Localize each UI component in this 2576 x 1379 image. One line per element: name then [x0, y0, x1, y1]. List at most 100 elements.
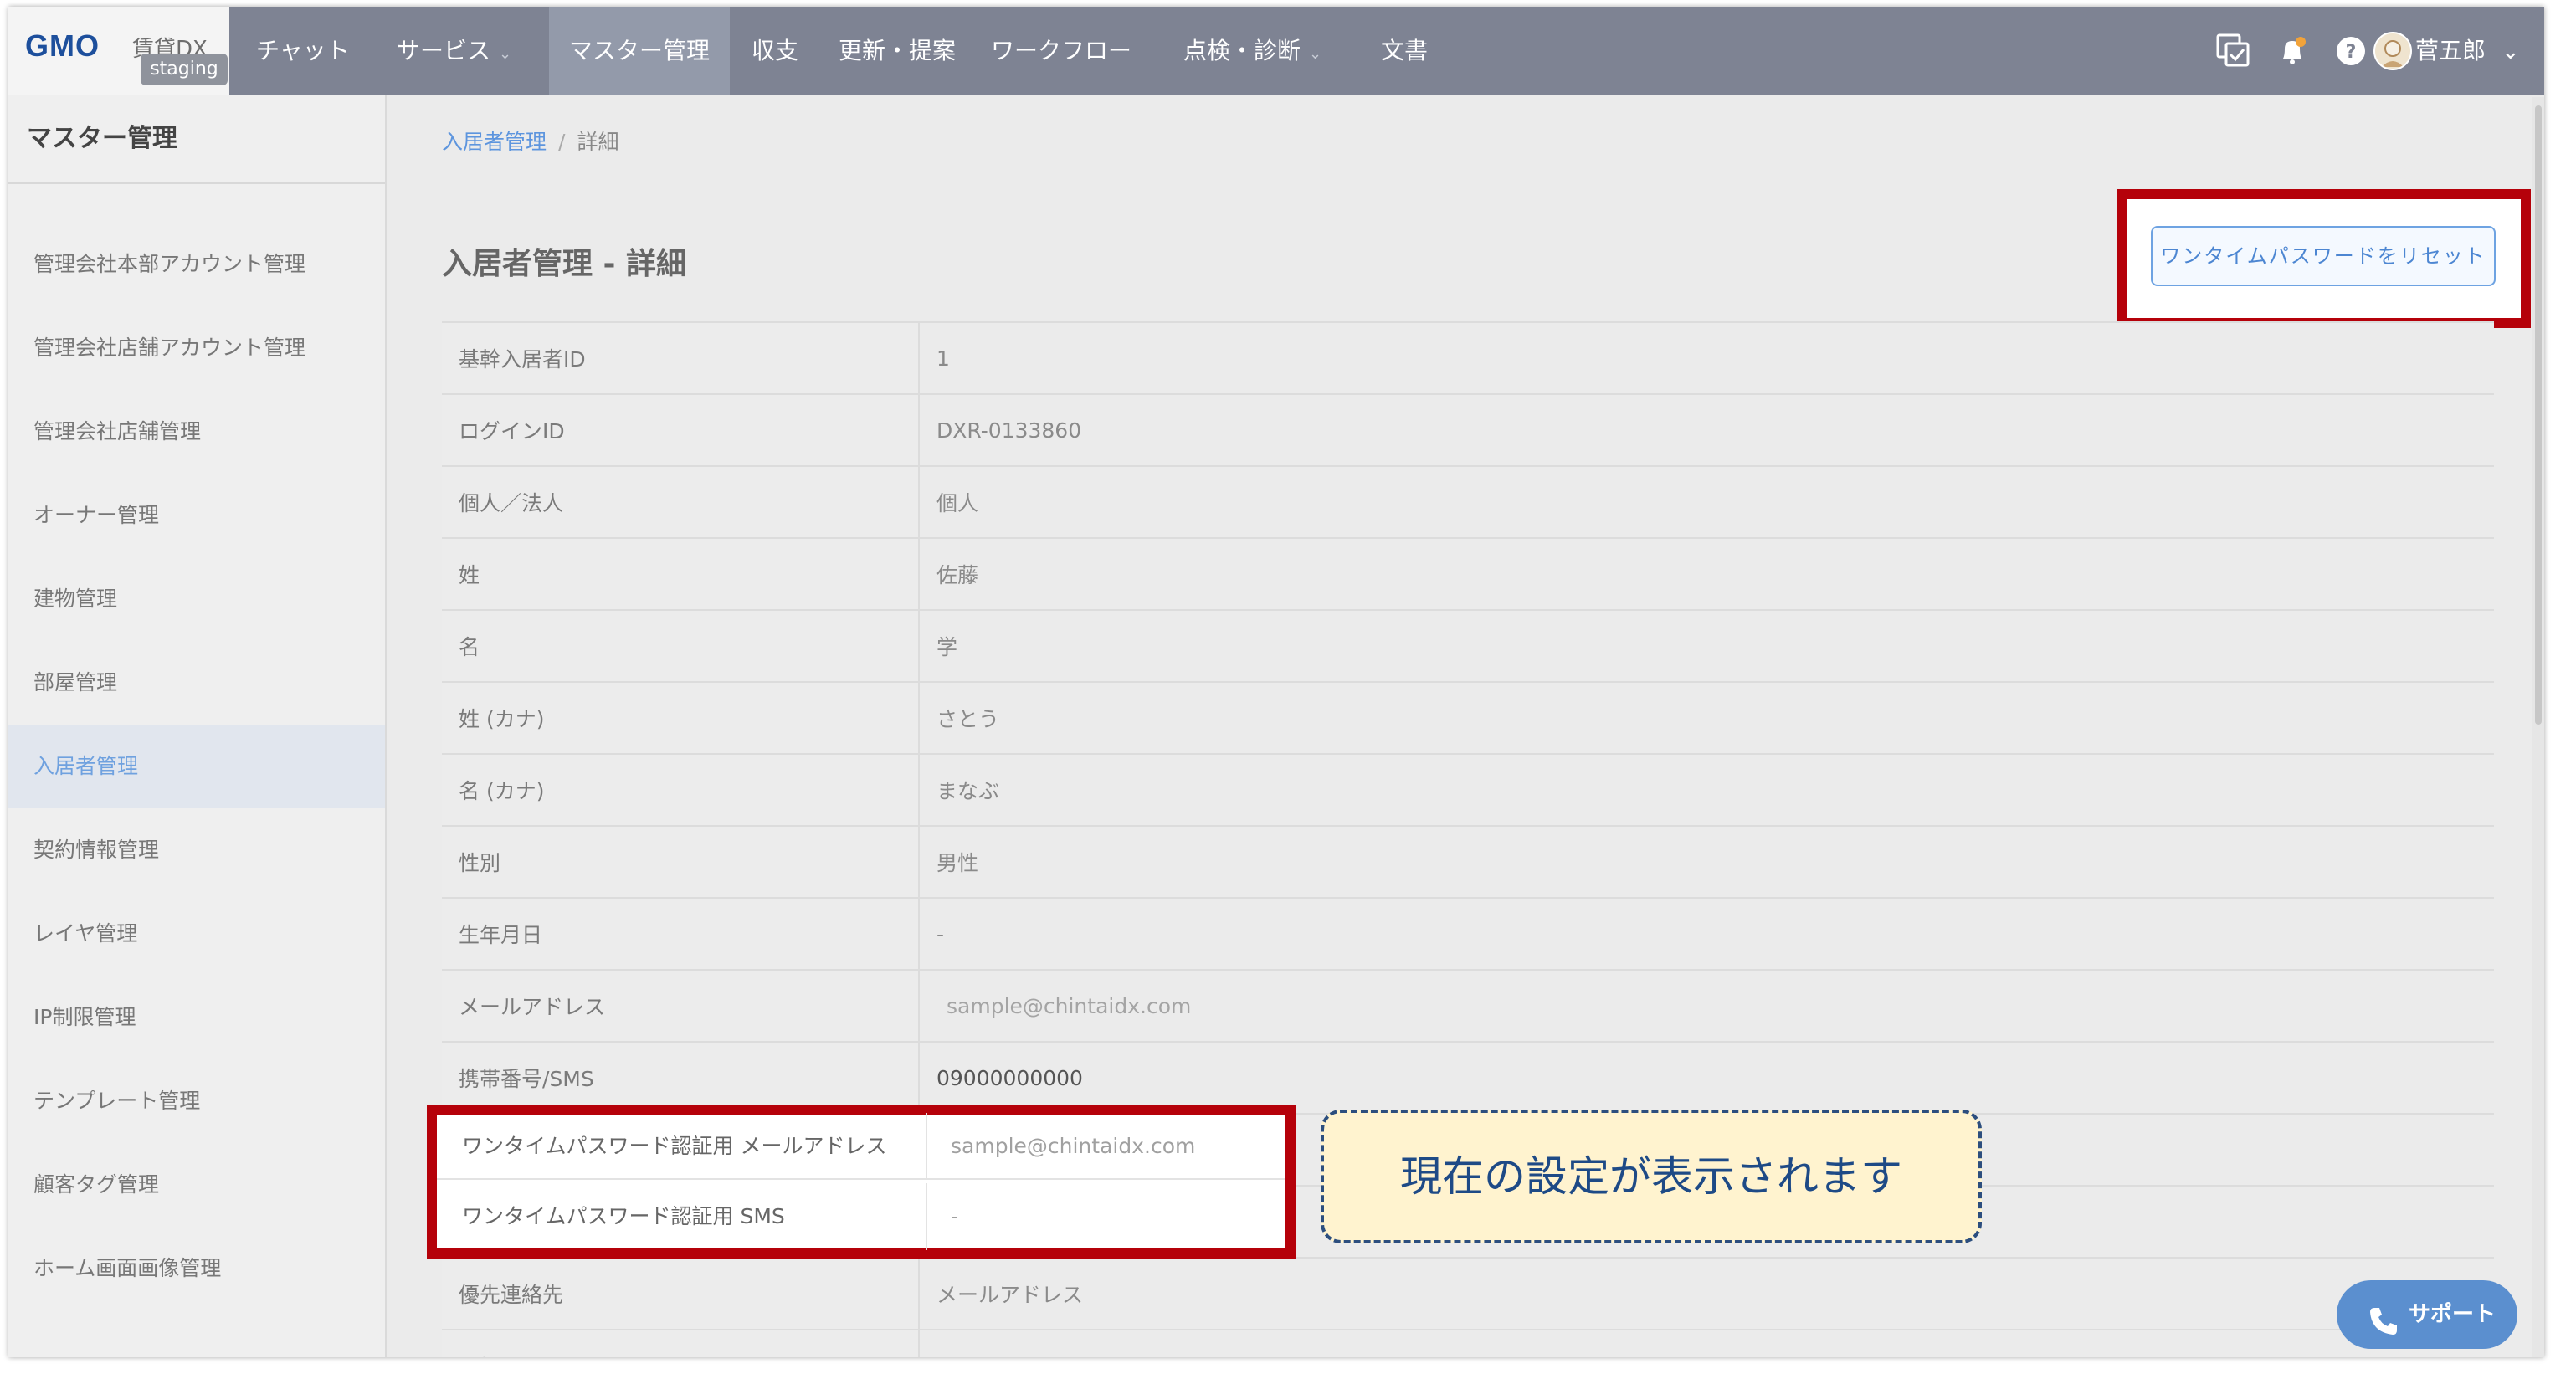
task-check-icon[interactable] — [2214, 32, 2253, 70]
nav-label: サービス — [397, 37, 491, 64]
table-row: 姓 (カナ) さとう — [442, 681, 2494, 754]
otp-sms-row: ワンタイムパスワード認証用 SMS - — [437, 1183, 1285, 1250]
otp-email-row: ワンタイムパスワード認証用 メールアドレス sample@chintaidx.c… — [437, 1113, 1285, 1180]
field-value: - — [951, 1204, 959, 1228]
field-value: DXR-0133860 — [919, 393, 2494, 466]
nav-service[interactable]: サービス ⌄ — [377, 7, 531, 95]
sidebar-item-contracts[interactable]: 契約情報管理 — [8, 808, 385, 892]
field-value: メールアドレス — [919, 1257, 2494, 1330]
field-value: 個人 — [919, 465, 2494, 538]
sidebar-title: マスター管理 — [27, 124, 177, 153]
nav-income-expense[interactable]: 収支 — [731, 7, 818, 95]
chevron-down-icon: ⌄ — [499, 45, 512, 63]
sidebar-item-layers[interactable]: レイヤ管理 — [8, 892, 385, 976]
table-row: ログインID DXR-0133860 — [442, 393, 2494, 466]
breadcrumb-separator: / — [558, 130, 566, 154]
page-title: 入居者管理 - 詳細 — [442, 247, 687, 281]
table-row: 携帯番号/SMS 09000000000 — [442, 1041, 2494, 1114]
top-navbar: GMO 賃貸DX staging チャット サービス ⌄ マスター管理 収支 更新… — [8, 7, 2544, 95]
user-menu[interactable]: 菅五郎 ⌄ — [2415, 7, 2520, 95]
field-label: 名 (カナ) — [442, 753, 920, 826]
reset-otp-button[interactable]: ワンタイムパスワードをリセット — [2151, 226, 2496, 286]
sidebar-item-hq-accounts[interactable]: 管理会社本部アカウント管理 — [8, 223, 385, 306]
sidebar-item-ip-restriction[interactable]: IP制限管理 — [8, 976, 385, 1059]
divider — [926, 1183, 927, 1250]
chevron-down-icon: ⌄ — [1309, 45, 1322, 63]
nav-label: マスター管理 — [569, 37, 711, 64]
annotation-callout: 現在の設定が表示されます — [1321, 1110, 1982, 1243]
field-value: さとう — [919, 681, 2494, 754]
logo[interactable]: GMO 賃貸DX staging — [8, 7, 229, 95]
table-row: 性別 男性 — [442, 825, 2494, 898]
notification-bell-icon[interactable] — [2273, 32, 2312, 70]
svg-text:?: ? — [2346, 42, 2357, 63]
divider — [926, 1113, 927, 1180]
field-label: 基幹入居者ID — [442, 321, 920, 394]
table-row: メールアドレス sample@chintaidx.com — [442, 969, 2494, 1042]
sidebar-item-stores[interactable]: 管理会社店舗管理 — [8, 390, 385, 474]
nav-label: 収支 — [752, 37, 799, 64]
scrollbar[interactable] — [2532, 97, 2544, 1357]
nav-label: 点検・診断 — [1183, 37, 1301, 64]
table-row: 電話番号 0300000000 — [442, 1329, 2494, 1357]
field-label: 名 — [442, 609, 920, 682]
logo-text: GMO — [25, 28, 100, 63]
table-row: 名 学 — [442, 609, 2494, 682]
nav-master-management[interactable]: マスター管理 — [549, 7, 731, 95]
table-row: 姓 佐藤 — [442, 537, 2494, 610]
table-row: 名 (カナ) まなぶ — [442, 753, 2494, 826]
nav-label: 更新・提案 — [839, 37, 957, 64]
divider — [8, 182, 385, 184]
breadcrumb-current: 詳細 — [577, 130, 619, 154]
sidebar: マスター管理 管理会社本部アカウント管理 管理会社店舗アカウント管理 管理会社店… — [8, 95, 387, 1357]
field-value: 1 — [919, 321, 2494, 394]
field-label: 携帯番号/SMS — [442, 1041, 920, 1114]
field-value: - — [919, 897, 2494, 970]
table-row: 生年月日 - — [442, 897, 2494, 970]
chevron-down-icon: ⌄ — [2501, 39, 2520, 64]
support-label: サポート — [2409, 1302, 2496, 1327]
sidebar-item-tenants[interactable]: 入居者管理 — [8, 725, 385, 808]
field-label: 姓 — [442, 537, 920, 610]
field-label: ワンタイムパスワード認証用 SMS — [462, 1204, 785, 1228]
field-label: ワンタイムパスワード認証用 メールアドレス — [462, 1134, 887, 1158]
table-row: 個人／法人 個人 — [442, 465, 2494, 538]
nav-chat[interactable]: チャット — [236, 7, 370, 95]
field-label: 姓 (カナ) — [442, 681, 920, 754]
environment-badge: staging — [141, 54, 228, 85]
field-label: 性別 — [442, 825, 920, 898]
nav-documents[interactable]: 文書 — [1361, 7, 1448, 95]
sidebar-item-templates[interactable]: テンプレート管理 — [8, 1059, 385, 1143]
sidebar-item-owners[interactable]: オーナー管理 — [8, 474, 385, 557]
user-name: 菅五郎 — [2415, 37, 2486, 64]
table-row: 優先連絡先 メールアドレス — [442, 1257, 2494, 1330]
field-value: 09000000000 — [919, 1041, 2494, 1114]
app-window: GMO 賃貸DX staging チャット サービス ⌄ マスター管理 収支 更新… — [8, 7, 2544, 1357]
field-value: 0300000000 — [919, 1329, 2494, 1357]
field-label: 個人／法人 — [442, 465, 920, 538]
nav-label: 文書 — [1381, 37, 1429, 64]
table-row: 基幹入居者ID 1 — [442, 321, 2494, 394]
scrollbar-thumb[interactable] — [2535, 105, 2542, 725]
nav-label: ワークフロー — [991, 37, 1132, 64]
field-label: 優先連絡先 — [442, 1257, 920, 1330]
breadcrumb-link[interactable]: 入居者管理 — [442, 130, 547, 154]
nav-renewal-proposal[interactable]: 更新・提案 — [818, 7, 976, 95]
nav-inspection[interactable]: 点検・診断 ⌄ — [1163, 7, 1342, 95]
support-button[interactable]: サポート — [2337, 1280, 2517, 1349]
field-label: 電話番号 — [442, 1329, 920, 1357]
nav-label: チャット — [256, 37, 350, 64]
field-label: 生年月日 — [442, 897, 920, 970]
field-label: メールアドレス — [442, 969, 920, 1042]
avatar[interactable] — [2373, 32, 2412, 70]
help-icon[interactable]: ? — [2332, 32, 2370, 70]
nav-workflow[interactable]: ワークフロー — [971, 7, 1152, 95]
sidebar-item-store-accounts[interactable]: 管理会社店舗アカウント管理 — [8, 306, 385, 390]
field-value: 学 — [919, 609, 2494, 682]
sidebar-item-rooms[interactable]: 部屋管理 — [8, 641, 385, 725]
sidebar-item-buildings[interactable]: 建物管理 — [8, 557, 385, 641]
breadcrumb: 入居者管理 / 詳細 — [442, 126, 618, 156]
sidebar-item-customer-tags[interactable]: 顧客タグ管理 — [8, 1143, 385, 1227]
field-value: 佐藤 — [919, 537, 2494, 610]
sidebar-item-home-images[interactable]: ホーム画面画像管理 — [8, 1227, 385, 1310]
